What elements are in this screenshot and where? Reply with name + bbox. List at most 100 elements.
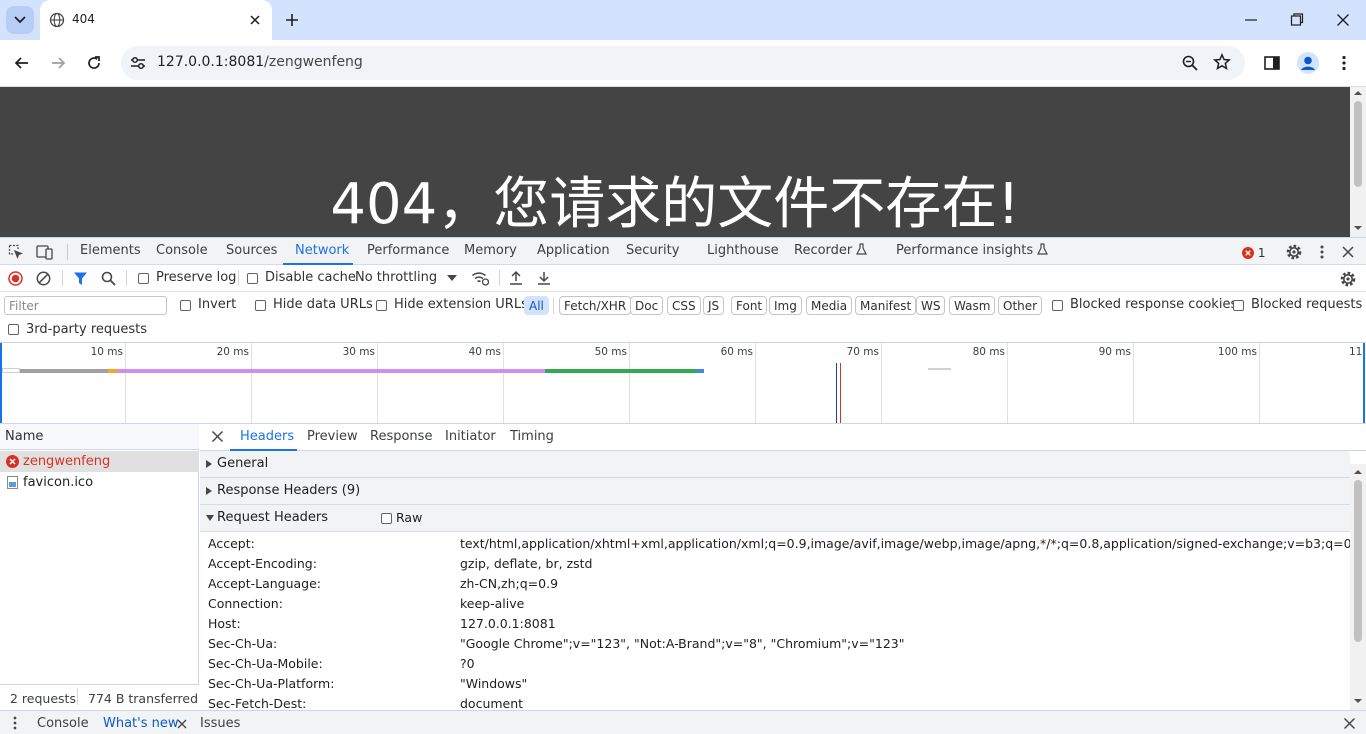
overview-left-handle[interactable] <box>0 343 2 423</box>
close-drawer-icon[interactable] <box>1343 717 1356 730</box>
bookmark-star-icon[interactable] <box>1213 53 1231 71</box>
section-general[interactable]: General <box>200 451 1350 478</box>
header-value[interactable]: 127.0.0.1:8081 <box>460 616 556 631</box>
filter-chip-manifest[interactable]: Manifest <box>855 296 917 315</box>
tab-performance[interactable]: Performance <box>367 243 449 258</box>
drawer-tab-console[interactable]: Console <box>37 716 89 731</box>
inspect-element-icon[interactable] <box>8 244 24 260</box>
header-value[interactable]: document <box>460 696 523 711</box>
section-request-headers[interactable]: Request Headers Raw <box>200 505 1350 532</box>
disable-cache-checkbox[interactable] <box>247 273 258 284</box>
back-icon[interactable] <box>13 54 31 72</box>
import-har-icon[interactable] <box>508 270 524 286</box>
filter-funnel-icon[interactable] <box>73 271 88 286</box>
scroll-down-icon[interactable] <box>1354 698 1362 704</box>
settings-gear-icon[interactable] <box>1285 243 1303 261</box>
header-value[interactable]: ?0 <box>460 656 475 671</box>
network-overview-timeline[interactable]: 10 ms 20 ms 30 ms 40 ms 50 ms 60 ms 70 m… <box>0 343 1366 424</box>
close-drawer-tab-icon[interactable] <box>177 719 187 729</box>
restore-icon[interactable] <box>1290 12 1304 28</box>
close-detail-icon[interactable] <box>211 430 224 443</box>
drawer-menu-icon[interactable] <box>8 716 22 730</box>
filter-chip-doc[interactable]: Doc <box>630 296 664 315</box>
overview-right-handle[interactable] <box>1363 343 1365 423</box>
scroll-up-icon[interactable] <box>1354 90 1362 96</box>
header-value[interactable]: keep-alive <box>460 596 524 611</box>
error-count-badge[interactable]: 1 <box>1242 246 1265 260</box>
clear-icon[interactable] <box>36 271 51 286</box>
device-toolbar-icon[interactable] <box>36 244 54 260</box>
chrome-menu-icon[interactable] <box>1335 54 1353 72</box>
header-value[interactable]: zh-CN,zh;q=0.9 <box>460 576 558 591</box>
tab-performance-insights[interactable]: Performance insights <box>896 243 1049 258</box>
tab-memory[interactable]: Memory <box>464 243 517 258</box>
dropdown-arrow-icon[interactable] <box>447 275 457 282</box>
browser-tab[interactable]: 404 <box>40 0 272 40</box>
filter-chip-all[interactable]: All <box>524 296 549 315</box>
page-scrollbar[interactable] <box>1350 87 1366 237</box>
scroll-up-icon[interactable] <box>1354 469 1362 475</box>
filter-chip-img[interactable]: Img <box>769 296 802 315</box>
filter-chip-other[interactable]: Other <box>998 296 1043 315</box>
tab-search-button[interactable] <box>6 6 34 34</box>
filter-chip-ws[interactable]: WS <box>916 296 946 315</box>
network-settings-gear-icon[interactable] <box>1339 270 1357 288</box>
tab-console[interactable]: Console <box>156 243 208 258</box>
close-tab-icon[interactable] <box>248 13 262 27</box>
filter-input[interactable]: Filter <box>4 296 167 315</box>
close-devtools-icon[interactable] <box>1341 245 1355 259</box>
scroll-down-icon[interactable] <box>1354 225 1362 231</box>
search-icon[interactable] <box>101 271 116 286</box>
filter-chip-css[interactable]: CSS <box>667 296 701 315</box>
url-text[interactable]: 127.0.0.1:8081/zengwenfeng <box>157 54 363 70</box>
address-bar[interactable]: 127.0.0.1:8081/zengwenfeng <box>121 46 1245 80</box>
section-response-headers[interactable]: Response Headers (9) <box>200 478 1350 505</box>
site-info-icon[interactable] <box>128 54 148 72</box>
hide-extension-urls-checkbox[interactable] <box>376 300 387 311</box>
drawer-tab-issues[interactable]: Issues <box>200 716 240 731</box>
detail-scroll-thumb[interactable] <box>1354 480 1362 642</box>
zoom-icon[interactable] <box>1181 54 1199 72</box>
blocked-response-cookies-checkbox[interactable] <box>1052 300 1063 311</box>
request-row-favicon[interactable]: favicon.ico <box>0 472 199 493</box>
hide-data-urls-checkbox[interactable] <box>255 300 266 311</box>
filter-chip-wasm[interactable]: Wasm <box>949 296 996 315</box>
tab-security[interactable]: Security <box>626 243 679 258</box>
filter-chip-fetch-xhr[interactable]: Fetch/XHR <box>559 296 632 315</box>
record-stop-icon[interactable] <box>8 271 23 286</box>
detail-tab-preview[interactable]: Preview <box>307 429 358 444</box>
header-value[interactable]: "Google Chrome";v="123", "Not:A-Brand";v… <box>460 636 904 651</box>
third-party-requests-checkbox[interactable] <box>8 324 19 335</box>
forward-icon[interactable] <box>49 54 67 72</box>
blocked-requests-checkbox[interactable] <box>1233 300 1244 311</box>
invert-checkbox[interactable] <box>180 300 191 311</box>
minimize-icon[interactable] <box>1244 12 1258 28</box>
header-value[interactable]: gzip, deflate, br, zstd <box>460 556 592 571</box>
detail-tab-response[interactable]: Response <box>370 429 432 444</box>
network-conditions-icon[interactable] <box>471 270 489 286</box>
detail-tab-timing[interactable]: Timing <box>510 429 554 444</box>
new-tab-icon[interactable] <box>283 11 301 29</box>
throttling-select[interactable]: No throttling <box>355 270 437 285</box>
detail-tab-headers[interactable]: Headers <box>240 429 294 444</box>
header-value[interactable]: "Windows" <box>460 676 527 691</box>
profile-avatar-icon[interactable] <box>1296 51 1320 75</box>
tab-recorder[interactable]: Recorder <box>794 243 868 258</box>
header-value[interactable]: text/html,application/xhtml+xml,applicat… <box>460 536 1364 551</box>
tab-lighthouse[interactable]: Lighthouse <box>707 243 779 258</box>
drawer-tab-whats-new[interactable]: What's new <box>103 716 179 731</box>
reload-icon[interactable] <box>85 54 103 72</box>
close-window-icon[interactable] <box>1336 12 1350 28</box>
raw-checkbox[interactable] <box>381 513 392 524</box>
tab-elements[interactable]: Elements <box>80 243 141 258</box>
detail-scrollbar[interactable] <box>1350 464 1366 710</box>
request-list-header[interactable]: Name <box>0 424 199 450</box>
detail-tab-initiator[interactable]: Initiator <box>445 429 496 444</box>
filter-chip-font[interactable]: Font <box>731 296 768 315</box>
filter-chip-media[interactable]: Media <box>806 296 853 315</box>
filter-chip-js[interactable]: JS <box>703 296 725 315</box>
page-scroll-thumb[interactable] <box>1354 101 1362 187</box>
tab-application[interactable]: Application <box>537 243 610 258</box>
devtools-menu-icon[interactable] <box>1314 244 1330 260</box>
preserve-log-checkbox[interactable] <box>138 273 149 284</box>
